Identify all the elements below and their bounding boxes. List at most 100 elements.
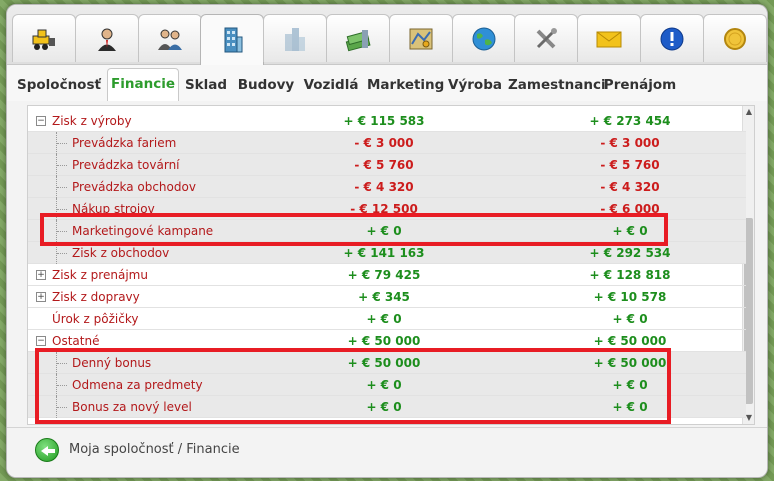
toolbar-button-businessman[interactable] xyxy=(74,14,139,62)
tree-connector xyxy=(56,198,70,220)
table-row: Prevádzka obchodov - € 4 320 - € 4 320 xyxy=(28,176,746,198)
toolbar-button-envelope[interactable] xyxy=(577,14,642,62)
table-row: Bonus za nový level + € 0 + € 0 xyxy=(28,396,746,418)
value-current: + € 0 xyxy=(366,224,402,238)
footer: Moja spoločnosť / Financie xyxy=(7,427,767,477)
table-row: Denný bonus + € 50 000 + € 50 000 xyxy=(28,352,746,374)
collapse-icon[interactable]: − xyxy=(36,116,46,126)
tree-connector xyxy=(56,132,70,154)
row-label: Prevádzka obchodov xyxy=(72,180,196,194)
table-row[interactable]: − Zisk z výroby + € 115 583 + € 273 454 xyxy=(28,110,746,132)
row-label: Zisk z prenájmu xyxy=(52,268,148,282)
toolbar-button-money-stack[interactable] xyxy=(326,14,390,62)
value-current: - € 4 320 xyxy=(354,180,414,194)
expand-icon[interactable]: + xyxy=(36,292,46,302)
toolbar-button-coin[interactable] xyxy=(702,14,767,62)
value-current: + € 0 xyxy=(366,400,402,414)
value-current: - € 5 760 xyxy=(354,158,414,172)
row-label: Zisk z obchodov xyxy=(72,246,170,260)
office-building-icon xyxy=(217,25,247,55)
map-key-icon xyxy=(406,24,436,54)
top-toolbar xyxy=(7,5,767,65)
table-row: Prevádzka fariem - € 3 000 - € 3 000 xyxy=(28,132,746,154)
row-label: Ostatné xyxy=(52,334,100,348)
value-total: + € 128 818 xyxy=(589,268,671,282)
tree-connector xyxy=(56,220,70,242)
value-total: + € 0 xyxy=(612,224,648,238)
breadcrumb[interactable]: Moja spoločnosť / Financie xyxy=(69,442,240,457)
value-total: - € 6 000 xyxy=(600,202,660,216)
row-label: Zisk z dopravy xyxy=(52,290,140,304)
value-current: + € 115 583 xyxy=(343,114,425,128)
value-total: + € 0 xyxy=(612,400,648,414)
table-row: Zisk z obchodov + € 141 163 + € 292 534 xyxy=(28,242,746,264)
row-label: Marketingové kampane xyxy=(72,224,214,238)
envelope-icon xyxy=(594,24,624,54)
money-stack-icon xyxy=(343,24,373,54)
value-current: + € 79 425 xyxy=(347,268,421,282)
tab-1[interactable]: Financie xyxy=(107,68,179,101)
table-row[interactable]: + Zisk z prenájmu + € 79 425 + € 128 818 xyxy=(28,264,746,286)
tab-7[interactable]: Zamestnanci xyxy=(508,72,606,98)
value-current: - € 3 000 xyxy=(354,136,414,150)
row-label: Prevádzka tovární xyxy=(72,158,180,172)
people-icon xyxy=(155,24,185,54)
table-row: Prevádzka tovární - € 5 760 - € 5 760 xyxy=(28,154,746,176)
row-label: Denný bonus xyxy=(72,356,152,370)
tree-connector xyxy=(56,242,70,264)
table-row[interactable]: + Zisk z dopravy + € 345 + € 10 578 xyxy=(28,286,746,308)
tree-connector xyxy=(56,176,70,198)
coin-icon xyxy=(720,24,750,54)
toolbar-button-people[interactable] xyxy=(137,14,202,62)
row-label: Zisk z výroby xyxy=(52,114,132,128)
toolbar-button-globe[interactable] xyxy=(451,14,516,62)
expand-icon[interactable]: + xyxy=(36,270,46,280)
tab-6[interactable]: Výroba xyxy=(447,72,503,98)
toolbar-button-office-building[interactable] xyxy=(200,14,265,65)
tab-bar: Spoločnosť Financie Sklad Budovy Vozidlá Mark… xyxy=(7,65,767,101)
value-current: + € 50 000 xyxy=(347,356,421,370)
tab-3[interactable]: Budovy xyxy=(235,72,297,98)
row-label: Odmena za predmety xyxy=(72,378,203,392)
toolbar-button-info[interactable] xyxy=(640,14,704,62)
tree-connector xyxy=(56,396,70,418)
toolbar-button-tools[interactable] xyxy=(514,14,579,62)
table-row[interactable]: − Ostatné + € 50 000 + € 50 000 xyxy=(28,330,746,352)
table-row: Marketingové kampane + € 0 + € 0 xyxy=(28,220,746,242)
toolbar-button-skyscrapers[interactable] xyxy=(263,14,328,62)
value-total: - € 5 760 xyxy=(600,158,660,172)
value-current: - € 12 500 xyxy=(350,202,418,216)
value-total: + € 273 454 xyxy=(589,114,671,128)
tree-connector xyxy=(56,154,70,176)
value-total: - € 3 000 xyxy=(600,136,660,150)
businessman-icon xyxy=(92,24,122,54)
globe-icon xyxy=(469,24,499,54)
tools-icon xyxy=(531,24,561,54)
row-label: Prevádzka fariem xyxy=(72,136,177,150)
tab-5[interactable]: Marketing xyxy=(367,72,444,98)
collapse-icon[interactable]: − xyxy=(36,336,46,346)
value-total: + € 50 000 xyxy=(593,356,667,370)
tab-8[interactable]: Prenájom xyxy=(601,72,679,98)
skyscrapers-icon xyxy=(280,24,310,54)
info-icon xyxy=(657,24,687,54)
table-row: Nákup strojov - € 12 500 - € 6 000 xyxy=(28,198,746,220)
value-current: + € 0 xyxy=(366,312,402,326)
tab-0[interactable]: Spoločnosť xyxy=(17,72,101,98)
tab-4[interactable]: Vozidlá xyxy=(303,72,359,98)
value-total: - € 4 320 xyxy=(600,180,660,194)
tree-connector xyxy=(56,352,70,374)
toolbar-button-bulldozer[interactable] xyxy=(12,14,76,62)
value-total: + € 0 xyxy=(612,312,648,326)
value-total: + € 10 578 xyxy=(593,290,667,304)
finance-window: Spoločnosť Financie Sklad Budovy Vozidlá Mark… xyxy=(6,4,768,478)
tab-2[interactable]: Sklad xyxy=(184,72,228,98)
table-row: Odmena za predmety + € 0 + € 0 xyxy=(28,374,746,396)
value-current: + € 0 xyxy=(366,378,402,392)
value-current: + € 50 000 xyxy=(347,334,421,348)
toolbar-button-map-key[interactable] xyxy=(388,14,453,62)
value-total: + € 50 000 xyxy=(593,334,667,348)
finance-table: ▲ ▼ − Zisk z výroby + € 115 583 + € 273 454… xyxy=(27,105,755,425)
back-arrow-icon[interactable] xyxy=(35,438,59,462)
row-label: Bonus za nový level xyxy=(72,400,192,414)
